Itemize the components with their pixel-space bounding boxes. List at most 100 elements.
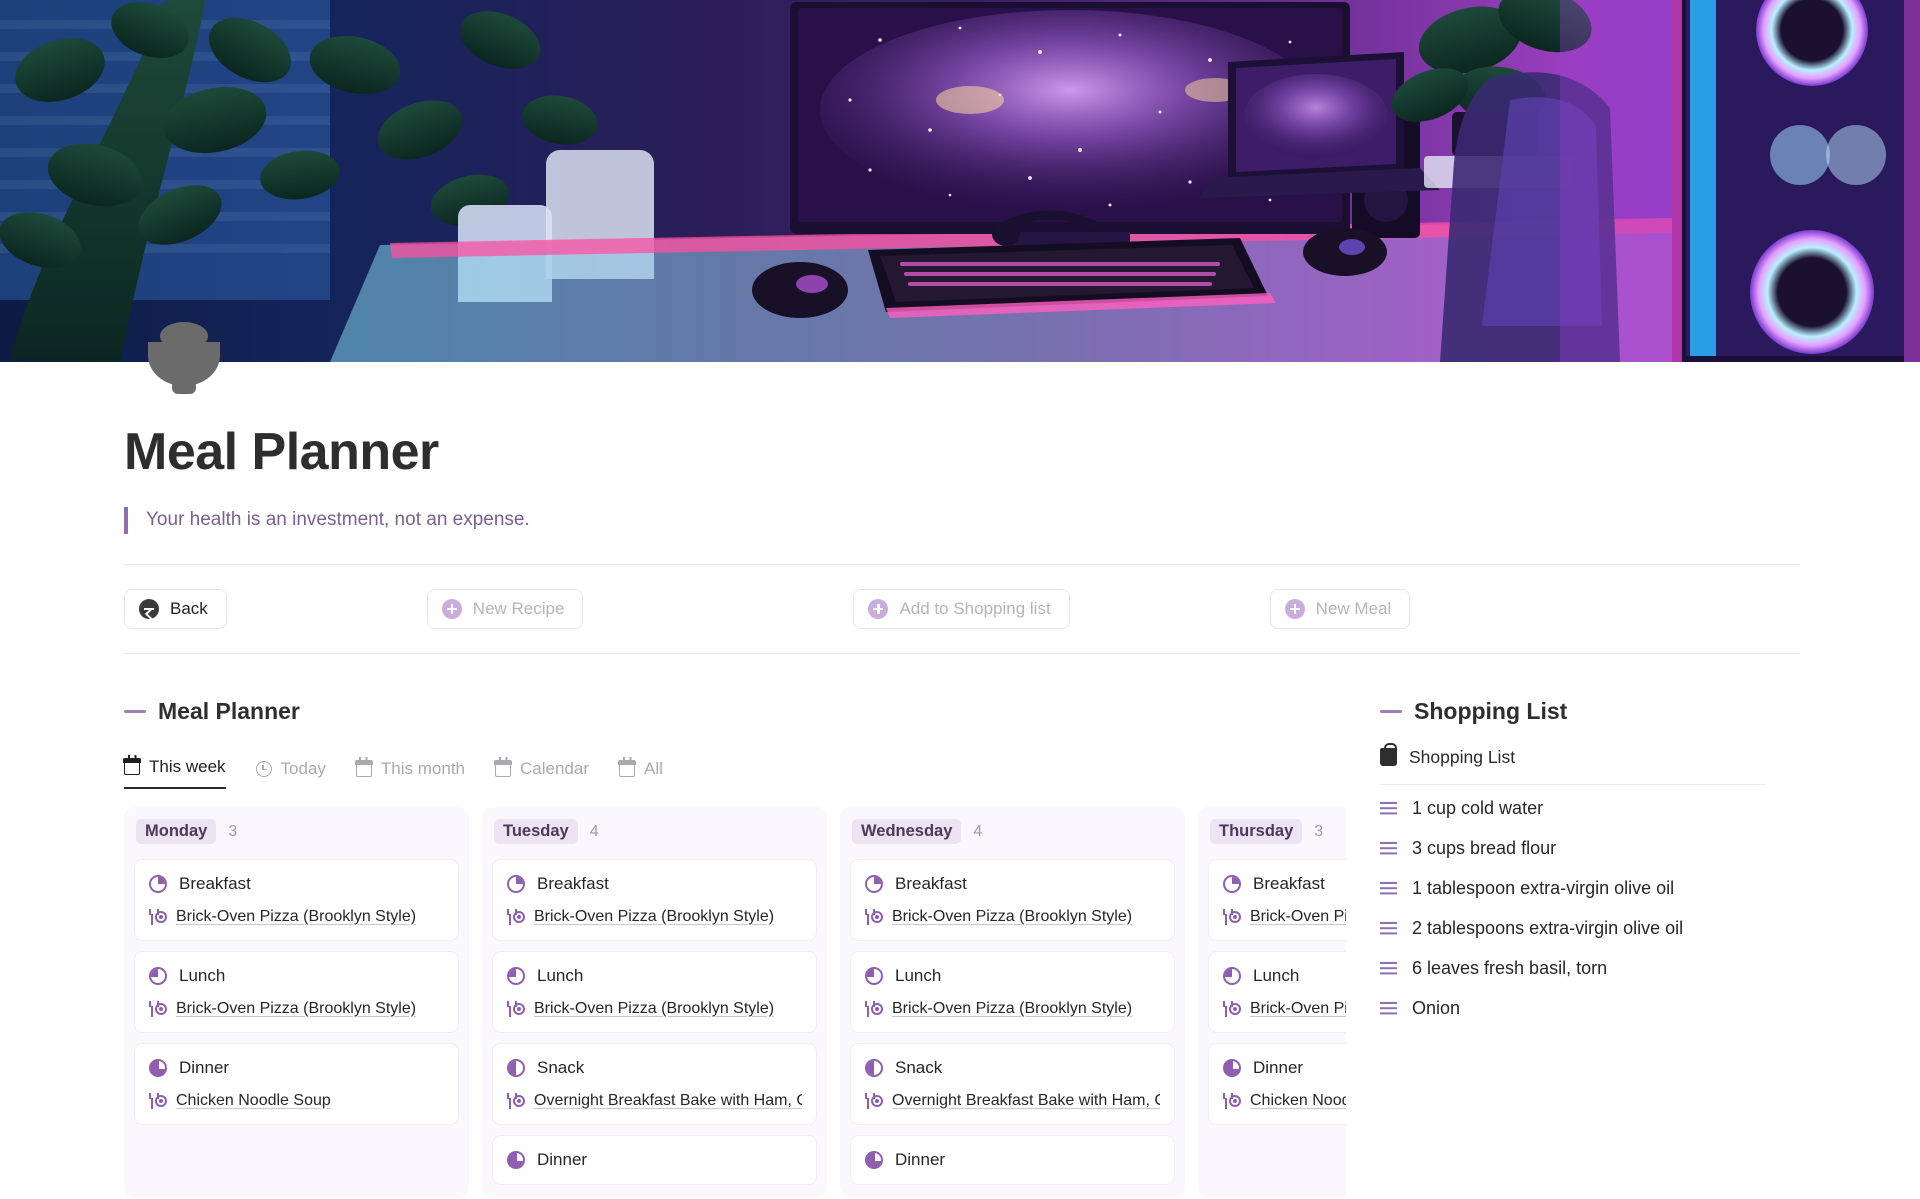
planner-tabs: This week Today This month Calendar All	[123, 749, 1346, 789]
day-meal-count: 3	[1314, 822, 1324, 840]
recipe-link[interactable]: Brick-Oven Pizza (Brooklyn Style)	[176, 1000, 416, 1018]
pie-quarter-icon	[865, 874, 883, 893]
recipe-row[interactable]: Brick-Oven Pizza (Brooklyn Style)	[865, 908, 1160, 926]
recipe-link[interactable]: Overnight Breakfast Bake with Ham, Chees…	[534, 1092, 802, 1110]
list-item-label: 1 tablespoon extra-virgin olive oil	[1412, 877, 1675, 898]
list-handle-icon[interactable]	[1380, 841, 1397, 855]
new-recipe-button[interactable]: New Recipe	[426, 588, 584, 629]
day-board-scroll[interactable]: Monday 3 Breakfast Brick-Oven Pizza (Bro…	[124, 806, 1346, 1197]
tab-today[interactable]: Today	[255, 759, 326, 789]
tab-calendar[interactable]: Calendar	[494, 757, 589, 789]
recipe-row[interactable]: Brick-Oven Pizza (Brooklyn Style)	[1223, 1000, 1346, 1018]
recipe-row[interactable]: Brick-Oven Pizza (Brooklyn Style)	[1223, 908, 1346, 926]
list-item[interactable]: 1 cup cold water	[1380, 792, 1766, 825]
day-meal-count: 3	[228, 822, 238, 840]
calendar-icon	[494, 757, 512, 778]
meal-card[interactable]: Dinner Chicken Noodle Soup	[1208, 1042, 1346, 1125]
recipe-link[interactable]: Brick-Oven Pizza (Brooklyn Style)	[892, 908, 1132, 926]
fork-plate-icon	[865, 1000, 883, 1017]
back-button[interactable]: Back	[124, 588, 227, 629]
meal-card[interactable]: Lunch Brick-Oven Pizza (Brooklyn Style)	[850, 950, 1175, 1033]
fork-plate-icon	[507, 1092, 525, 1109]
meal-type-row: Dinner	[507, 1150, 802, 1170]
day-name-chip: Monday	[136, 819, 217, 845]
calendar-icon	[618, 757, 636, 778]
day-column-wednesday: Wednesday 4 Breakfast Brick-Oven Pizza (…	[840, 806, 1185, 1197]
pie-quarter-left-icon	[1223, 966, 1241, 985]
add-to-shopping-list-button[interactable]: Add to Shopping list	[853, 588, 1070, 629]
meal-type-row: Dinner	[1223, 1058, 1346, 1078]
shopping-list-heading-label: Shopping List	[1414, 697, 1568, 724]
recipe-row[interactable]: Brick-Oven Pizza (Brooklyn Style)	[149, 908, 444, 926]
recipe-row[interactable]: Brick-Oven Pizza (Brooklyn Style)	[149, 1000, 444, 1018]
recipe-row[interactable]: Overnight Breakfast Bake with Ham, Chees…	[507, 1092, 802, 1110]
list-item[interactable]: 6 leaves fresh basil, torn	[1380, 952, 1766, 985]
list-item-label: 6 leaves fresh basil, torn	[1412, 957, 1608, 978]
list-item[interactable]: 1 tablespoon extra-virgin olive oil	[1380, 872, 1766, 905]
list-item[interactable]: 2 tablespoons extra-virgin olive oil	[1380, 912, 1766, 945]
plus-circle-icon	[441, 598, 462, 619]
recipe-link[interactable]: Brick-Oven Pizza (Brooklyn Style)	[176, 908, 416, 926]
tab-this-month[interactable]: This month	[355, 757, 465, 789]
pie-half-icon	[507, 1058, 525, 1077]
tab-this-week[interactable]: This week	[123, 755, 226, 789]
calendar-icon	[355, 757, 373, 778]
new-meal-button-label: New Meal	[1315, 598, 1392, 618]
cover-image	[0, 0, 1920, 362]
pie-most-icon	[507, 1150, 525, 1169]
meal-card[interactable]: Snack Overnight Breakfast Bake with Ham,…	[850, 1042, 1175, 1125]
meal-card[interactable]: Breakfast Brick-Oven Pizza (Brooklyn Sty…	[492, 858, 817, 941]
list-handle-icon[interactable]	[1380, 961, 1397, 975]
meal-type-label: Breakfast	[1253, 873, 1325, 893]
list-handle-icon[interactable]	[1380, 881, 1397, 895]
add-to-shopping-list-button-label: Add to Shopping list	[899, 598, 1051, 618]
recipe-row[interactable]: Overnight Breakfast Bake with Ham, Chees…	[865, 1092, 1160, 1110]
tab-all[interactable]: All	[618, 757, 663, 789]
day-header: Thursday 3	[1208, 815, 1346, 849]
recipe-row[interactable]: Brick-Oven Pizza (Brooklyn Style)	[507, 908, 802, 926]
new-recipe-button-label: New Recipe	[472, 598, 565, 618]
meal-type-label: Breakfast	[179, 873, 251, 893]
meal-card[interactable]: Breakfast Brick-Oven Pizza (Brooklyn Sty…	[850, 858, 1175, 941]
recipe-row[interactable]: Chicken Noodle Soup	[149, 1092, 444, 1110]
shopping-list-subheading[interactable]: Shopping List	[1380, 743, 1766, 768]
meal-card[interactable]: Snack Overnight Breakfast Bake with Ham,…	[492, 1042, 817, 1125]
recipe-link[interactable]: Brick-Oven Pizza (Brooklyn Style)	[892, 1000, 1132, 1018]
recipe-row[interactable]: Brick-Oven Pizza (Brooklyn Style)	[865, 1000, 1160, 1018]
meal-card[interactable]: Breakfast Brick-Oven Pizza (Brooklyn Sty…	[1208, 858, 1346, 941]
list-handle-icon[interactable]	[1380, 921, 1397, 935]
meal-card[interactable]: Dinner Chicken Noodle Soup	[134, 1042, 459, 1125]
meal-card[interactable]: Lunch Brick-Oven Pizza (Brooklyn Style)	[492, 950, 817, 1033]
list-handle-icon[interactable]	[1380, 1001, 1397, 1015]
recipe-link[interactable]: Brick-Oven Pizza (Brooklyn Style)	[534, 908, 774, 926]
list-item[interactable]: Onion	[1380, 992, 1766, 1025]
meal-card[interactable]: Dinner	[492, 1134, 817, 1185]
meal-card[interactable]: Lunch Brick-Oven Pizza (Brooklyn Style)	[1208, 950, 1346, 1033]
recipe-link[interactable]: Chicken Noodle Soup	[176, 1092, 331, 1110]
meal-card[interactable]: Lunch Brick-Oven Pizza (Brooklyn Style)	[134, 950, 459, 1033]
recipe-link[interactable]: Brick-Oven Pizza (Brooklyn Style)	[1250, 908, 1346, 926]
list-item[interactable]: 3 cups bread flour	[1380, 832, 1766, 865]
recipe-link[interactable]: Chicken Noodle Soup	[1250, 1092, 1346, 1110]
fork-plate-icon	[507, 1000, 525, 1017]
page-quote: Your health is an investment, not an exp…	[124, 507, 1800, 534]
day-board: Monday 3 Breakfast Brick-Oven Pizza (Bro…	[124, 806, 1346, 1197]
recipe-link[interactable]: Brick-Oven Pizza (Brooklyn Style)	[534, 1000, 774, 1018]
recipe-link[interactable]: Overnight Breakfast Bake with Ham, Chees…	[892, 1092, 1160, 1110]
plus-circle-icon	[1284, 598, 1305, 619]
recipe-row[interactable]: Brick-Oven Pizza (Brooklyn Style)	[507, 1000, 802, 1018]
list-handle-icon[interactable]	[1380, 801, 1397, 815]
meal-type-row: Lunch	[507, 966, 802, 986]
recipe-row[interactable]: Chicken Noodle Soup	[1223, 1092, 1346, 1110]
new-meal-button[interactable]: New Meal	[1269, 588, 1411, 629]
meal-type-label: Dinner	[895, 1149, 946, 1169]
recipe-link[interactable]: Brick-Oven Pizza (Brooklyn Style)	[1250, 1000, 1346, 1018]
shopping-list-heading: Shopping List	[1380, 698, 1766, 725]
page-body: Meal Planner Your health is an investmen…	[0, 322, 1920, 1197]
meal-type-label: Lunch	[1253, 965, 1300, 985]
meal-type-label: Breakfast	[537, 873, 609, 893]
meal-card[interactable]: Dinner	[850, 1134, 1175, 1185]
bowl-icon	[148, 322, 220, 404]
meal-card[interactable]: Breakfast Brick-Oven Pizza (Brooklyn Sty…	[134, 858, 459, 941]
shopping-bag-icon	[1380, 743, 1397, 767]
